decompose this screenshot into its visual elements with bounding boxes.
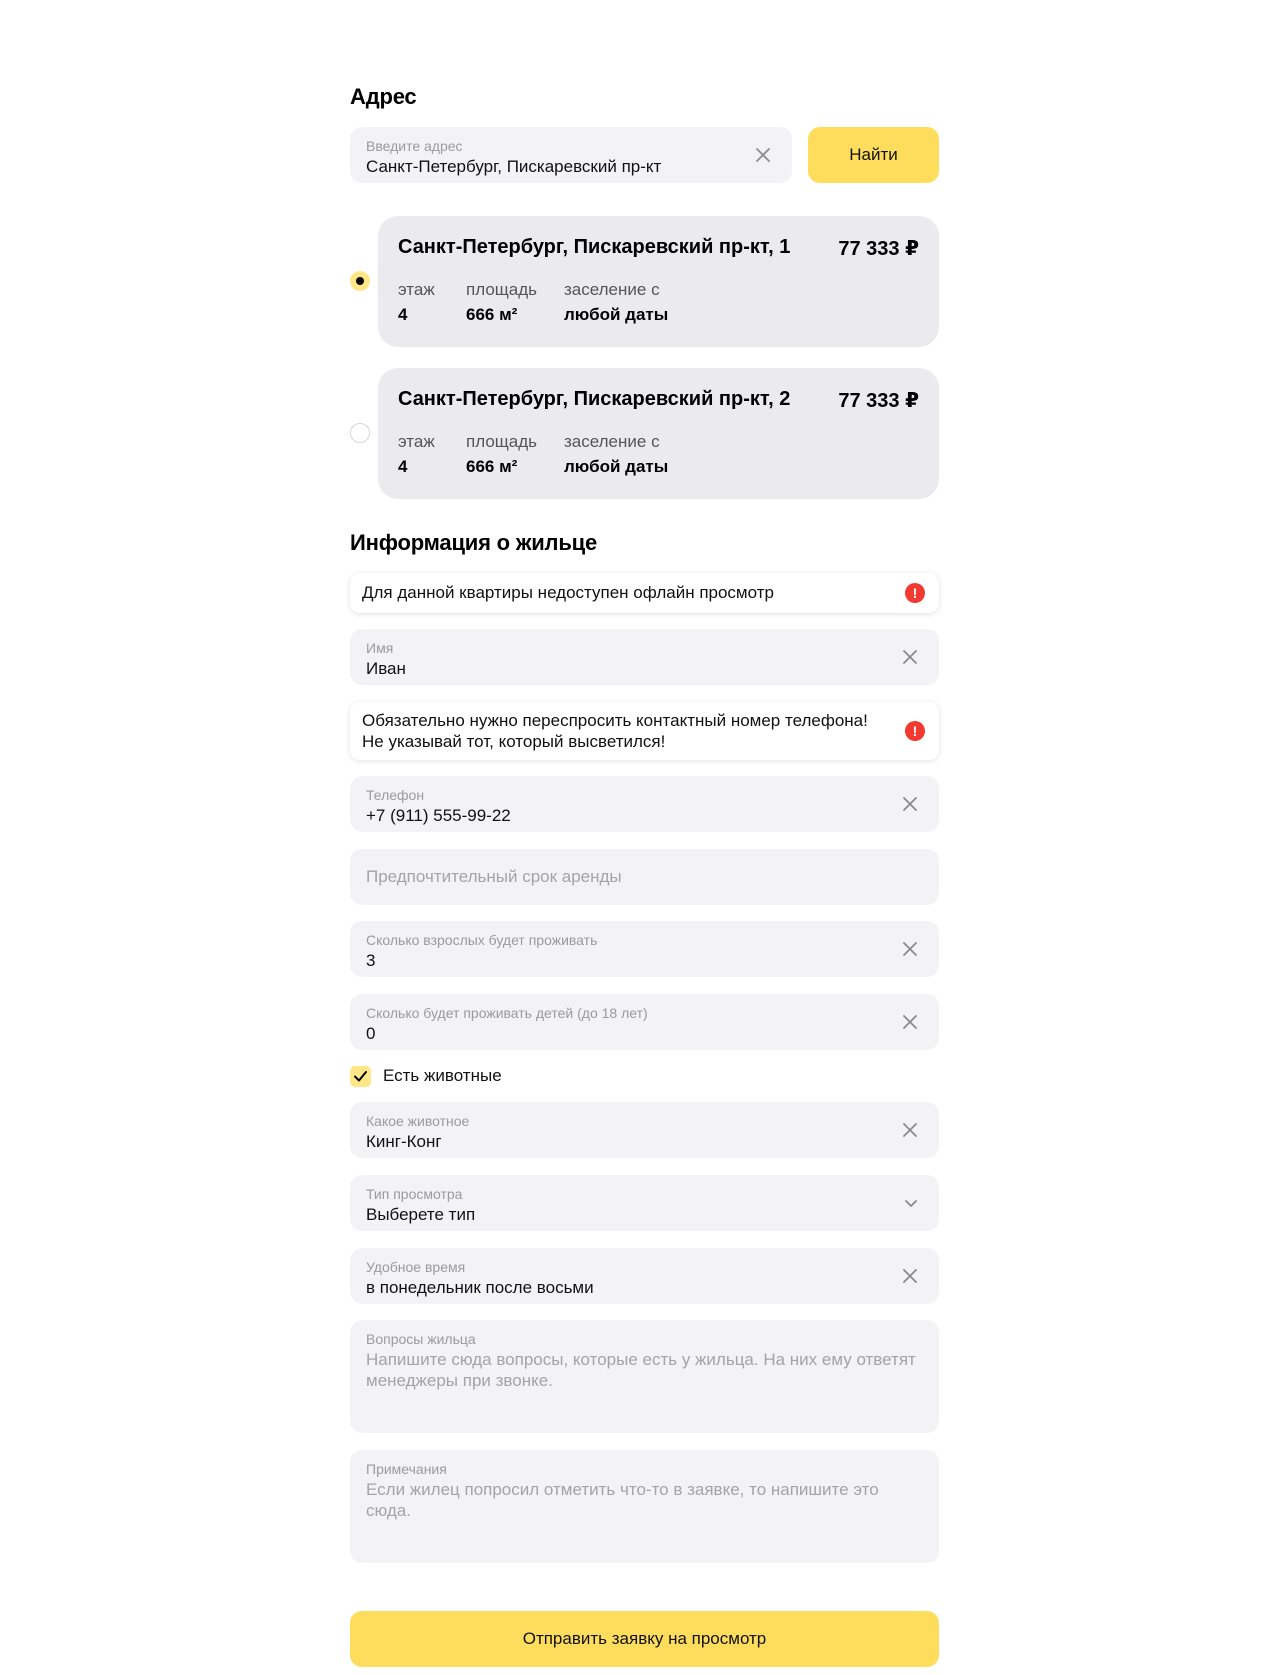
listing-floor: этаж 4 [398,280,435,325]
pets-checkbox-label[interactable]: Есть животные [383,1066,502,1086]
floor-value: 4 [398,305,408,324]
listing-address: Санкт-Петербург, Пискаревский пр-кт, 2 [398,388,791,410]
phone-field[interactable]: Телефон +7 (911) 555-99-22 [350,776,939,832]
pet-label: Какое животное [366,1113,470,1129]
close-icon[interactable] [754,146,772,164]
tenant-section-title: Информация о жильце [350,530,597,555]
viewing-type-value: Выберете тип [366,1205,476,1224]
listing-price: 77 333 ₽ [838,390,919,412]
move-in-label: заселение с [564,432,660,451]
pet-field[interactable]: Какое животное Кинг-Конг [350,1102,939,1158]
alert-line-2: Не указывай тот, который высветился! [362,732,666,751]
time-value: в понедельник после восьми [366,1278,594,1297]
name-label: Имя [366,640,394,656]
address-input[interactable]: Введите адрес Санкт-Петербург, Пискаревс… [350,127,792,183]
questions-label: Вопросы жильца [366,1331,476,1347]
area-label: площадь [466,280,537,299]
children-value: 0 [366,1024,376,1043]
listing-price: 77 333 ₽ [838,238,919,260]
children-field[interactable]: Сколько будет проживать детей (до 18 лет… [350,994,939,1050]
close-icon[interactable] [901,795,919,813]
name-field[interactable]: Имя Иван [350,629,939,685]
checkmark-icon [354,1071,367,1082]
listing-radio-2[interactable] [350,423,370,443]
move-in-value: любой даты [564,305,669,324]
name-value: Иван [366,659,406,678]
adults-label: Сколько взрослых будет проживать [366,932,598,948]
children-label: Сколько будет проживать детей (до 18 лет… [366,1005,648,1021]
chevron-down-icon[interactable] [903,1195,919,1211]
address-section-title: Адрес [350,84,417,109]
alert-line-1: Обязательно нужно переспросить контактны… [362,711,868,730]
exclamation-icon: ! [905,721,925,741]
notes-placeholder: Если жилец попросил отметить что-то в за… [366,1480,879,1520]
listing-move-in: заселение с любой даты [564,432,668,477]
close-icon[interactable] [901,648,919,666]
submit-button[interactable]: Отправить заявку на просмотр [350,1611,939,1667]
close-icon[interactable] [901,1267,919,1285]
rental-term-field[interactable]: Предпочтительный срок аренды [350,849,939,905]
area-value: 666 м² [466,305,518,324]
notes-textarea[interactable]: Примечания Если жилец попросил отметить … [350,1450,939,1563]
exclamation-icon: ! [905,583,925,603]
find-button[interactable]: Найти [808,127,939,183]
listing-card-1[interactable]: Санкт-Петербург, Пискаревский пр-кт, 1 7… [378,216,939,347]
floor-value: 4 [398,457,408,476]
time-field[interactable]: Удобное время в понедельник после восьми [350,1248,939,1304]
listing-move-in: заселение с любой даты [564,280,668,325]
listing-radio-1[interactable] [350,271,370,291]
viewing-type-select[interactable]: Тип просмотра Выберете тип [350,1175,939,1231]
alert-text: Для данной квартиры недоступен офлайн пр… [362,583,774,602]
adults-field[interactable]: Сколько взрослых будет проживать 3 [350,921,939,977]
phone-value: +7 (911) 555-99-22 [366,806,511,825]
listing-area: площадь 666 м² [466,280,537,325]
close-icon[interactable] [901,1121,919,1139]
listing-address: Санкт-Петербург, Пискаревский пр-кт, 1 [398,236,791,258]
address-input-label: Введите адрес [366,138,463,154]
area-value: 666 м² [466,457,518,476]
listing-card-2[interactable]: Санкт-Петербург, Пискаревский пр-кт, 2 7… [378,368,939,499]
move-in-label: заселение с [564,280,660,299]
viewing-type-label: Тип просмотра [366,1186,463,1202]
floor-label: этаж [398,280,435,299]
questions-placeholder: Напишите сюда вопросы, которые есть у жи… [366,1350,916,1390]
listing-floor: этаж 4 [398,432,435,477]
floor-label: этаж [398,432,435,451]
listing-area: площадь 666 м² [466,432,537,477]
pet-value: Кинг-Конг [366,1132,442,1151]
rental-term-placeholder: Предпочтительный срок аренды [366,867,622,886]
close-icon[interactable] [901,940,919,958]
offline-viewing-alert: Для данной квартиры недоступен офлайн пр… [350,573,939,613]
phone-label: Телефон [366,787,425,803]
adults-value: 3 [366,951,376,970]
questions-textarea[interactable]: Вопросы жильца Напишите сюда вопросы, ко… [350,1320,939,1433]
phone-alert: Обязательно нужно переспросить контактны… [350,702,939,760]
pets-checkbox[interactable] [350,1066,371,1087]
address-input-value: Санкт-Петербург, Пискаревский пр-кт [366,157,662,176]
alert-text: Обязательно нужно переспросить контактны… [362,710,868,752]
notes-label: Примечания [366,1461,447,1477]
close-icon[interactable] [901,1013,919,1031]
area-label: площадь [466,432,537,451]
time-label: Удобное время [366,1259,466,1275]
move-in-value: любой даты [564,457,669,476]
